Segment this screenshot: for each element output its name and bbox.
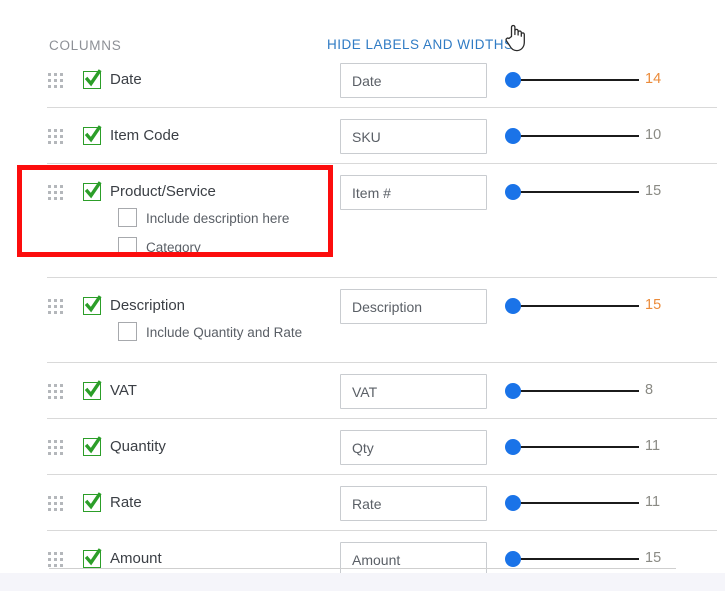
- column-width-value: 14: [645, 71, 662, 87]
- column-row: Quantity 11: [0, 419, 725, 475]
- column-label: Rate: [110, 494, 142, 511]
- column-width-slider[interactable]: [505, 437, 639, 457]
- slider-thumb[interactable]: [505, 495, 521, 511]
- column-enabled-checkbox[interactable]: [83, 295, 102, 315]
- column-row: Description Include Quantity and Rate 15: [0, 278, 725, 363]
- column-width-value: 8: [645, 382, 654, 398]
- column-header-input[interactable]: [340, 63, 487, 98]
- drag-handle-icon[interactable]: [48, 299, 63, 314]
- drag-handle-icon[interactable]: [48, 440, 63, 455]
- column-width-value: 11: [645, 494, 661, 510]
- column-enabled-checkbox[interactable]: [83, 492, 102, 512]
- column-label: Amount: [110, 550, 162, 567]
- column-row: Rate 11: [0, 475, 725, 531]
- column-header-input[interactable]: [340, 289, 487, 324]
- slider-thumb[interactable]: [505, 383, 521, 399]
- column-label: Description: [110, 297, 186, 314]
- drag-handle-icon[interactable]: [48, 384, 63, 399]
- sub-option-label: Include Quantity and Rate: [146, 325, 303, 340]
- column-row: Item Code 10: [0, 108, 725, 164]
- sub-option-checkbox[interactable]: [118, 322, 137, 341]
- slider-thumb[interactable]: [505, 72, 521, 88]
- panel-header: COLUMNS HIDE LABELS AND WIDTHS: [0, 16, 725, 53]
- column-width-slider[interactable]: [505, 493, 639, 513]
- slider-track[interactable]: [512, 135, 639, 137]
- slider-track[interactable]: [512, 390, 639, 392]
- column-settings-panel: COLUMNS HIDE LABELS AND WIDTHS Date 14 Ite…: [0, 0, 725, 591]
- column-width-value: 15: [645, 297, 662, 313]
- slider-track[interactable]: [512, 558, 639, 560]
- drag-handle-icon[interactable]: [48, 552, 63, 567]
- column-width-value: 11: [645, 438, 661, 454]
- column-header-input[interactable]: [340, 430, 487, 465]
- column-label: Item Code: [110, 127, 180, 144]
- column-header-input[interactable]: [340, 486, 487, 521]
- column-header-input[interactable]: [340, 542, 487, 577]
- column-enabled-checkbox[interactable]: [83, 69, 102, 89]
- slider-thumb[interactable]: [505, 551, 521, 567]
- columns-list: Date 14 Item Code 10 Product/Service Include …: [0, 52, 725, 587]
- column-enabled-checkbox[interactable]: [83, 125, 102, 145]
- slider-thumb[interactable]: [505, 128, 521, 144]
- hide-labels-and-widths-link[interactable]: HIDE LABELS AND WIDTHS: [327, 37, 514, 52]
- drag-handle-icon[interactable]: [48, 73, 63, 88]
- column-width-slider[interactable]: [505, 126, 639, 146]
- column-enabled-checkbox[interactable]: [83, 380, 102, 400]
- slider-thumb[interactable]: [505, 439, 521, 455]
- drag-handle-icon[interactable]: [48, 185, 63, 200]
- slider-thumb[interactable]: [505, 298, 521, 314]
- column-label: Product/Service: [110, 183, 216, 200]
- column-width-slider[interactable]: [505, 549, 639, 569]
- slider-track[interactable]: [512, 446, 639, 448]
- column-enabled-checkbox[interactable]: [83, 181, 102, 201]
- slider-track[interactable]: [512, 305, 639, 307]
- column-width-slider[interactable]: [505, 296, 639, 316]
- column-label: VAT: [110, 382, 137, 399]
- column-row: VAT 8: [0, 363, 725, 419]
- column-width-value: 15: [645, 550, 662, 566]
- column-header-input[interactable]: [340, 175, 487, 210]
- sub-option-label: Category: [146, 240, 201, 255]
- slider-track[interactable]: [512, 502, 639, 504]
- column-width-value: 10: [645, 127, 662, 143]
- sub-option-checkbox[interactable]: [118, 237, 137, 256]
- column-row: Date 14: [0, 52, 725, 108]
- column-header-input[interactable]: [340, 374, 487, 409]
- columns-heading: COLUMNS: [49, 38, 122, 53]
- bottom-divider: [49, 568, 676, 569]
- column-label: Date: [110, 71, 142, 88]
- sub-option-checkbox[interactable]: [118, 208, 137, 227]
- drag-handle-icon[interactable]: [48, 129, 63, 144]
- bottom-band: [0, 573, 725, 591]
- column-width-value: 15: [645, 183, 662, 199]
- column-enabled-checkbox[interactable]: [83, 436, 102, 456]
- slider-track[interactable]: [512, 79, 639, 81]
- column-width-slider[interactable]: [505, 70, 639, 90]
- column-label: Quantity: [110, 438, 166, 455]
- column-row: Product/Service Include description here C…: [0, 164, 725, 278]
- drag-handle-icon[interactable]: [48, 496, 63, 511]
- column-width-slider[interactable]: [505, 381, 639, 401]
- sub-option-label: Include description here: [146, 211, 290, 226]
- slider-thumb[interactable]: [505, 184, 521, 200]
- column-width-slider[interactable]: [505, 182, 639, 202]
- column-enabled-checkbox[interactable]: [83, 548, 102, 568]
- slider-track[interactable]: [512, 191, 639, 193]
- column-header-input[interactable]: [340, 119, 487, 154]
